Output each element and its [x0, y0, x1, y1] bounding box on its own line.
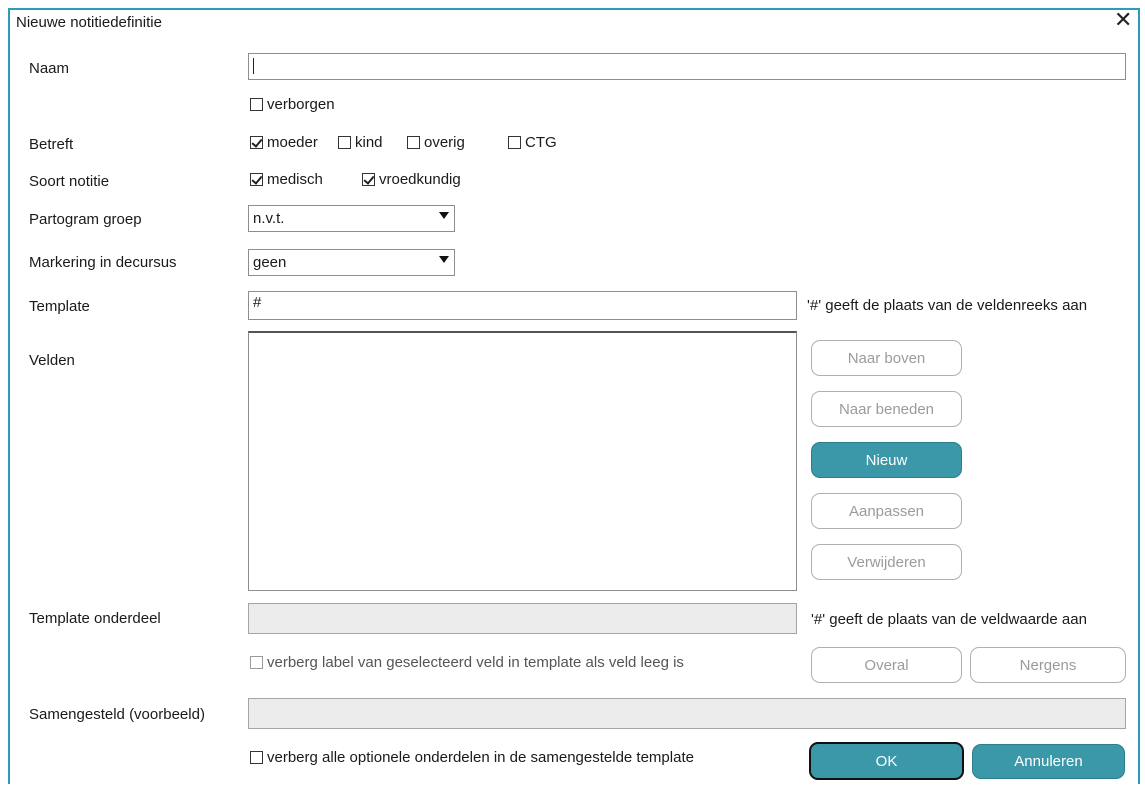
kind-label: kind	[355, 134, 383, 151]
verberg-label-text: verberg label van geselecteerd veld in t…	[267, 654, 684, 671]
template-onderdeel-hint: '#' geeft de plaats van de veldwaarde aa…	[811, 611, 1087, 628]
verberg-optioneel-checkbox[interactable]: verberg alle optionele onderdelen in de …	[250, 749, 694, 766]
text-caret	[253, 58, 254, 75]
ok-button[interactable]: OK	[809, 742, 964, 780]
overal-button[interactable]: Overal	[811, 647, 962, 683]
naar-boven-button[interactable]: Naar boven	[811, 340, 962, 376]
template-input[interactable]: #	[248, 291, 797, 320]
partogram-select[interactable]: n.v.t.	[248, 205, 455, 232]
soort-vroedkundig-checkbox[interactable]: vroedkundig	[362, 171, 461, 188]
verwijderen-button[interactable]: Verwijderen	[811, 544, 962, 580]
samengesteld-label: Samengesteld (voorbeeld)	[29, 706, 205, 723]
template-hint: '#' geeft de plaats van de veldenreeks a…	[807, 297, 1088, 314]
vroedkundig-box[interactable]	[362, 173, 375, 186]
dialog-title: Nieuwe notitiedefinitie	[16, 14, 162, 31]
annuleren-button[interactable]: Annuleren	[972, 744, 1125, 779]
partogram-label: Partogram groep	[29, 211, 142, 228]
velden-label: Velden	[29, 352, 75, 369]
verberg-label-box[interactable]	[250, 656, 263, 669]
nergens-button[interactable]: Nergens	[970, 647, 1126, 683]
verborgen-label: verborgen	[267, 96, 335, 113]
kind-box[interactable]	[338, 136, 351, 149]
template-onderdeel-label: Template onderdeel	[29, 610, 161, 627]
soort-label: Soort notitie	[29, 173, 110, 190]
partogram-value: n.v.t.	[253, 210, 285, 227]
aanpassen-button[interactable]: Aanpassen	[811, 493, 962, 529]
ctg-box[interactable]	[508, 136, 521, 149]
vroedkundig-label: vroedkundig	[379, 171, 461, 188]
markering-value: geen	[253, 254, 287, 271]
template-label: Template	[29, 298, 90, 315]
moeder-label: moeder	[267, 134, 318, 151]
verberg-optioneel-box[interactable]	[250, 751, 263, 764]
velden-listbox[interactable]	[248, 331, 797, 591]
nieuw-button[interactable]: Nieuw	[811, 442, 962, 478]
overig-label: overig	[424, 134, 465, 151]
close-icon[interactable]: ✕	[1114, 9, 1132, 31]
betreft-label: Betreft	[29, 136, 74, 153]
samengesteld-input[interactable]	[248, 698, 1126, 729]
overig-box[interactable]	[407, 136, 420, 149]
ctg-label: CTG	[525, 134, 557, 151]
betreft-overig-checkbox[interactable]: overig	[407, 134, 465, 151]
soort-medisch-checkbox[interactable]: medisch	[250, 171, 323, 188]
naar-beneden-button[interactable]: Naar beneden	[811, 391, 962, 427]
verberg-label-checkbox[interactable]: verberg label van geselecteerd veld in t…	[250, 654, 684, 671]
template-value: #	[253, 294, 262, 311]
medisch-label: medisch	[267, 171, 323, 188]
template-onderdeel-input[interactable]	[248, 603, 797, 634]
naam-input[interactable]	[248, 53, 1126, 80]
chevron-down-icon[interactable]	[439, 256, 449, 263]
betreft-moeder-checkbox[interactable]: moeder	[250, 134, 318, 151]
medisch-box[interactable]	[250, 173, 263, 186]
markering-label: Markering in decursus	[29, 254, 177, 271]
betreft-ctg-checkbox[interactable]: CTG	[508, 134, 557, 151]
verborgen-checkbox[interactable]: verborgen	[250, 96, 335, 113]
naam-label: Naam	[29, 60, 70, 77]
moeder-box[interactable]	[250, 136, 263, 149]
markering-select[interactable]: geen	[248, 249, 455, 276]
verberg-optioneel-label: verberg alle optionele onderdelen in de …	[267, 749, 694, 766]
chevron-down-icon[interactable]	[439, 212, 449, 219]
betreft-kind-checkbox[interactable]: kind	[338, 134, 383, 151]
verborgen-box[interactable]	[250, 98, 263, 111]
